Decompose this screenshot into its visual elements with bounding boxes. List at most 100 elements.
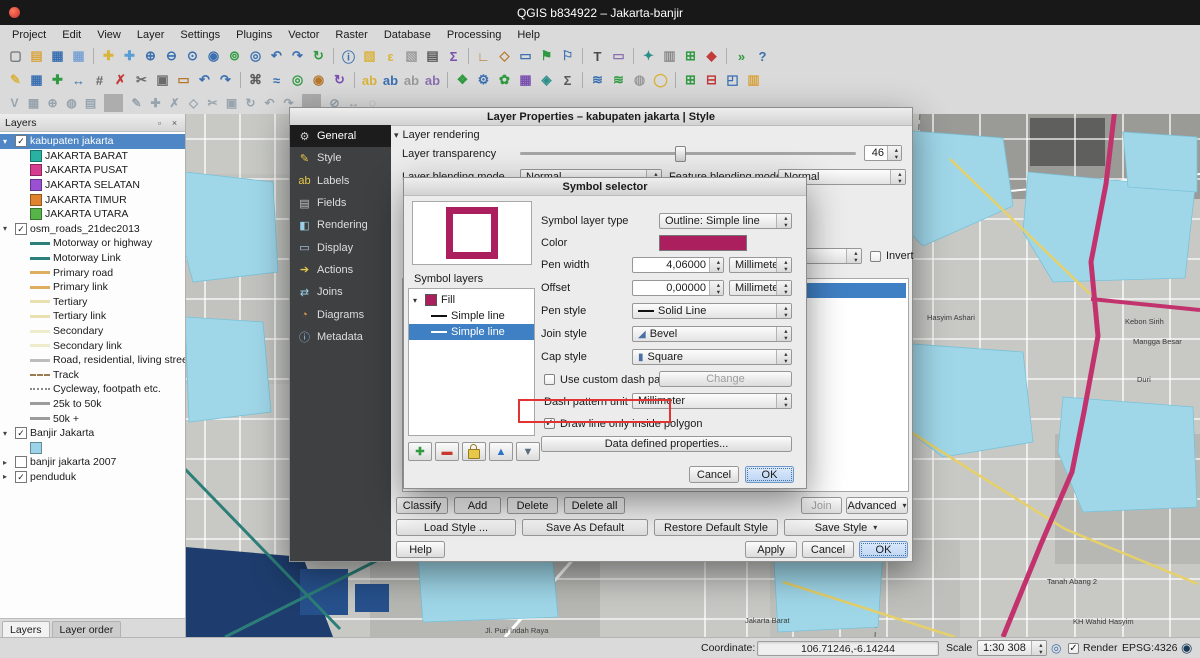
- layer-row[interactable]: Tertiary: [0, 295, 185, 310]
- pan-map-icon[interactable]: ✚: [98, 46, 119, 67]
- layer-row[interactable]: Primary road: [0, 265, 185, 280]
- expand-arrow-icon[interactable]: ▾: [413, 296, 421, 305]
- add-csv-layer-icon[interactable]: ▤: [81, 94, 100, 112]
- snapping-options-icon[interactable]: ⌘: [245, 70, 266, 91]
- layer-row[interactable]: JAKARTA PUSAT: [0, 163, 185, 178]
- layers-tab[interactable]: Layers: [2, 621, 50, 637]
- simplify-feature-icon[interactable]: ≈: [266, 70, 287, 91]
- render-checkbox[interactable]: [1068, 643, 1079, 654]
- osm-download-icon[interactable]: ◯: [650, 70, 671, 91]
- menu-settings[interactable]: Settings: [172, 25, 228, 44]
- new-composer-icon[interactable]: ⊞: [680, 46, 701, 67]
- load-style-button[interactable]: Load Style ...: [396, 519, 516, 536]
- symbol-tree-row-fill[interactable]: ▾ Fill: [409, 292, 534, 308]
- symbol-cancel-button[interactable]: Cancel: [689, 466, 739, 483]
- join-style-select[interactable]: ◢Bevel: [632, 326, 792, 342]
- save-project-as-icon[interactable]: ▦: [68, 46, 89, 67]
- layer-row[interactable]: Secondary link: [0, 338, 185, 353]
- copy-features-icon[interactable]: ▣: [152, 70, 173, 91]
- advanced-button[interactable]: Advanced: [846, 497, 908, 514]
- help-button[interactable]: Help: [396, 541, 445, 558]
- menu-layer[interactable]: Layer: [129, 25, 173, 44]
- scale-select[interactable]: 1:30 308: [977, 640, 1047, 656]
- save-style-button[interactable]: Save Style: [784, 519, 908, 536]
- map-tips-icon[interactable]: ▭: [515, 46, 536, 67]
- layer-row[interactable]: 50k +: [0, 411, 185, 426]
- coordinate-field[interactable]: 106.71246,-6.14244: [757, 641, 939, 656]
- undo-digitize-icon[interactable]: ↶: [260, 94, 279, 112]
- layer-visibility-checkbox[interactable]: [15, 223, 27, 235]
- node-tool-icon[interactable]: #: [89, 70, 110, 91]
- cut-features-icon[interactable]: ✂: [131, 70, 152, 91]
- layer-row[interactable]: Tertiary link: [0, 309, 185, 324]
- open-data-folder-icon[interactable]: ▥: [743, 70, 764, 91]
- merge-features-icon[interactable]: ▣: [222, 94, 241, 112]
- ok-button[interactable]: OK: [859, 541, 908, 558]
- toggle-editing-icon[interactable]: ✎: [5, 70, 26, 91]
- layer-row[interactable]: JAKARTA UTARA: [0, 207, 185, 222]
- layer-row[interactable]: JAKARTA TIMUR: [0, 192, 185, 207]
- zoom-out-icon[interactable]: ⊖: [161, 46, 182, 67]
- expand-arrow-icon[interactable]: ▾: [3, 224, 12, 233]
- measure-line-icon[interactable]: ∟: [473, 46, 494, 67]
- magnifier-icon[interactable]: ◎: [1051, 641, 1061, 655]
- data-defined-properties-button[interactable]: Data defined properties...: [541, 436, 792, 452]
- add-part-icon[interactable]: ✚: [146, 94, 165, 112]
- add-symbol-layer-button[interactable]: ✚: [408, 442, 432, 461]
- layer-visibility-checkbox[interactable]: [15, 135, 27, 147]
- select-features-icon[interactable]: ▧: [359, 46, 380, 67]
- layer-row[interactable]: Primary link: [0, 280, 185, 295]
- menu-vector[interactable]: Vector: [280, 25, 327, 44]
- show-bookmarks-icon[interactable]: ⚐: [557, 46, 578, 67]
- props-tab-metadata[interactable]: ⓘ Metadata: [290, 326, 391, 348]
- pen-width-unit-select[interactable]: Millimeter: [729, 257, 792, 273]
- expand-arrow-icon[interactable]: ▾: [3, 429, 12, 438]
- invert-checkbox[interactable]: [870, 251, 881, 262]
- label-pin-icon[interactable]: ab: [380, 70, 401, 91]
- close-panel-icon[interactable]: ×: [169, 118, 180, 128]
- symbol-tree-row-simple-line-selected[interactable]: Simple line: [409, 324, 534, 340]
- remove-symbol-layer-button[interactable]: ▬: [435, 442, 459, 461]
- fill-ring-icon[interactable]: ◉: [308, 70, 329, 91]
- refresh-map-icon[interactable]: ↻: [308, 46, 329, 67]
- pen-style-select[interactable]: Solid Line: [632, 303, 792, 319]
- add-wms-layer-icon[interactable]: ≋: [587, 70, 608, 91]
- add-wfs-layer-icon[interactable]: ≋: [608, 70, 629, 91]
- paste-features-icon[interactable]: ▭: [173, 70, 194, 91]
- expand-arrow-icon[interactable]: ▾: [3, 137, 12, 146]
- style-manager-icon[interactable]: ◆: [701, 46, 722, 67]
- add-feature-icon[interactable]: ✚: [47, 70, 68, 91]
- layer-rendering-header[interactable]: Layer rendering: [394, 129, 480, 141]
- layer-visibility-checkbox[interactable]: [15, 471, 27, 483]
- expand-arrow-icon[interactable]: ▸: [3, 472, 12, 481]
- composer-manager-icon[interactable]: ▥: [659, 46, 680, 67]
- props-tab-rendering[interactable]: ◧ Rendering: [290, 214, 391, 236]
- props-tab-labels[interactable]: ab Labels: [290, 170, 391, 192]
- lock-symbol-layer-button[interactable]: [462, 442, 486, 461]
- redo-icon[interactable]: ↷: [215, 70, 236, 91]
- help-icon[interactable]: ?: [752, 46, 773, 67]
- layer-visibility-checkbox[interactable]: [15, 427, 27, 439]
- menu-edit[interactable]: Edit: [54, 25, 89, 44]
- add-postgis-layer-icon[interactable]: ⊕: [43, 94, 62, 112]
- add-spatialite-layer-icon[interactable]: ◍: [62, 94, 81, 112]
- attribute-table-icon[interactable]: ▤: [422, 46, 443, 67]
- open-project-icon[interactable]: ▤: [26, 46, 47, 67]
- rotate-feature-icon[interactable]: ↻: [241, 94, 260, 112]
- add-raster-layer-icon[interactable]: ▦: [24, 94, 43, 112]
- layer-penduduk[interactable]: ▸ penduduk: [0, 470, 185, 485]
- remove-layer-icon[interactable]: ⊟: [701, 70, 722, 91]
- save-project-icon[interactable]: ▦: [47, 46, 68, 67]
- plugin-manager-icon[interactable]: ❖: [452, 70, 473, 91]
- layer-order-tab[interactable]: Layer order: [52, 621, 122, 637]
- new-shapefile-icon[interactable]: ⊞: [680, 70, 701, 91]
- measure-area-icon[interactable]: ◇: [494, 46, 515, 67]
- delete-part-icon[interactable]: ✗: [165, 94, 184, 112]
- zoom-to-selection-icon[interactable]: ⊚: [224, 46, 245, 67]
- expand-arrow-icon[interactable]: ▸: [3, 458, 12, 467]
- menu-view[interactable]: View: [89, 25, 129, 44]
- pen-width-spinbox[interactable]: 4,06000: [632, 257, 724, 273]
- layer-banjir-jakarta[interactable]: ▾ Banjir Jakarta: [0, 426, 185, 441]
- transparency-spinbox[interactable]: 46: [864, 145, 902, 161]
- offset-unit-select[interactable]: Millimeter: [729, 280, 792, 296]
